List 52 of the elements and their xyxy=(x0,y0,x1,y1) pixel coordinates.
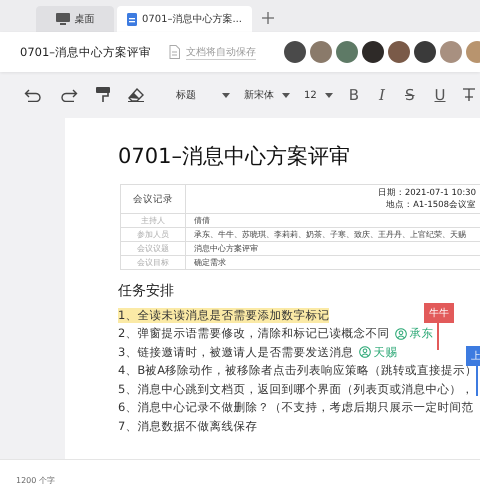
word-count: 1200 个字 xyxy=(16,474,55,486)
bold-button[interactable]: B xyxy=(346,86,362,104)
underline-button[interactable]: U xyxy=(432,86,448,104)
tab[interactable]: 0701–消息中心方案... xyxy=(117,6,252,32)
document-heading: 0701–消息中心方案评审 xyxy=(118,143,351,170)
meeting-info: 地点：A1-1508会议室 xyxy=(385,199,476,211)
task-item: 3、链接邀请时，被邀请人是否需要发送消息 xyxy=(118,344,354,360)
plus-icon[interactable] xyxy=(261,11,275,25)
eraser-icon[interactable] xyxy=(128,88,144,102)
text-cursor xyxy=(476,364,478,396)
avatar[interactable] xyxy=(414,41,436,63)
avatar[interactable] xyxy=(388,41,410,63)
table-cell: 消息中心方案评审 xyxy=(186,242,480,256)
table-cell: 会议议题 xyxy=(120,242,186,256)
person-icon[interactable] xyxy=(359,346,372,358)
caret-icon[interactable] xyxy=(282,92,290,98)
caret-icon[interactable] xyxy=(324,92,333,98)
monitor-icon[interactable] xyxy=(56,13,70,25)
document-title: 0701–消息中心方案评审 xyxy=(20,44,152,60)
avatar[interactable] xyxy=(362,41,384,63)
style-dropdown[interactable]: 标题 xyxy=(176,88,230,102)
task-item: 2、弹窗提示语需要修改，清除和标记已读概念不同 xyxy=(118,326,390,342)
table-cell: 确定需求 xyxy=(186,256,480,270)
strikethrough-button[interactable]: S xyxy=(402,86,416,104)
caret-icon[interactable] xyxy=(222,92,230,98)
avatar[interactable] xyxy=(284,41,306,63)
section-heading: 任务安排 xyxy=(118,282,175,300)
table-cell: 倩倩 xyxy=(186,214,480,228)
table-cell: 参加人员 xyxy=(120,228,186,242)
task-item: 4、B被A移除动作，被移除者点击列表响应策略（跳转或直接提示） xyxy=(118,363,478,378)
text-cursor xyxy=(437,321,438,350)
document-icon[interactable] xyxy=(127,12,137,26)
font-dropdown[interactable]: 新宋体 xyxy=(244,88,290,102)
table-cell: 会议记录 xyxy=(120,184,186,214)
table-cell: 承东、牛牛、苏晓琪、李莉莉、奶茶、子寒、致庆、王丹丹、上官纪荣、天赐 xyxy=(186,228,480,242)
undo-icon[interactable] xyxy=(24,88,42,102)
meeting-info: 日期：2021-07-1 10:30 xyxy=(376,187,476,199)
person-icon[interactable] xyxy=(395,328,408,340)
italic-button[interactable]: I xyxy=(377,86,387,104)
tab[interactable]: 桌面 xyxy=(36,6,114,32)
font-size-dropdown[interactable]: 12 xyxy=(304,90,333,100)
task-item: 7、消息数据不做离线保存 xyxy=(118,418,258,434)
table-cell: 主持人 xyxy=(120,214,186,228)
save-status: 文档将自动保存 xyxy=(186,44,256,60)
task-item: 1、全读未读消息是否需要添加数字标记 xyxy=(118,308,330,323)
paint-roller-icon[interactable] xyxy=(96,87,110,103)
table-cell: 会议目标 xyxy=(120,256,186,270)
text-format-icon[interactable] xyxy=(463,88,476,102)
task-item: 5、消息中心跳到文档页，返回到哪个界面（列表页或消息中心）， xyxy=(118,382,474,397)
task-item: 6、消息中心记录不做删除？（不支持，考虑后期只展示一定时间范 xyxy=(118,400,474,416)
redo-icon[interactable] xyxy=(60,88,78,102)
cursor-flag: 牛牛 xyxy=(424,303,454,323)
